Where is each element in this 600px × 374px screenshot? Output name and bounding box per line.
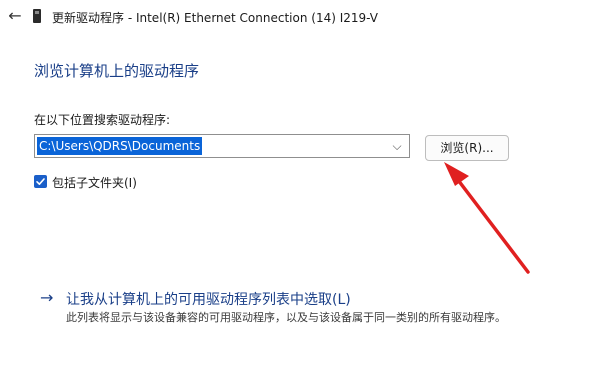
pick-from-list-link[interactable]: 让我从计算机上的可用驱动程序列表中选取(L) bbox=[66, 289, 351, 309]
arrow-right-icon: → bbox=[40, 288, 54, 307]
pick-from-list-description: 此列表将显示与该设备兼容的可用驱动程序，以及与该设备属于同一类别的所有驱动程序。 bbox=[66, 311, 506, 324]
